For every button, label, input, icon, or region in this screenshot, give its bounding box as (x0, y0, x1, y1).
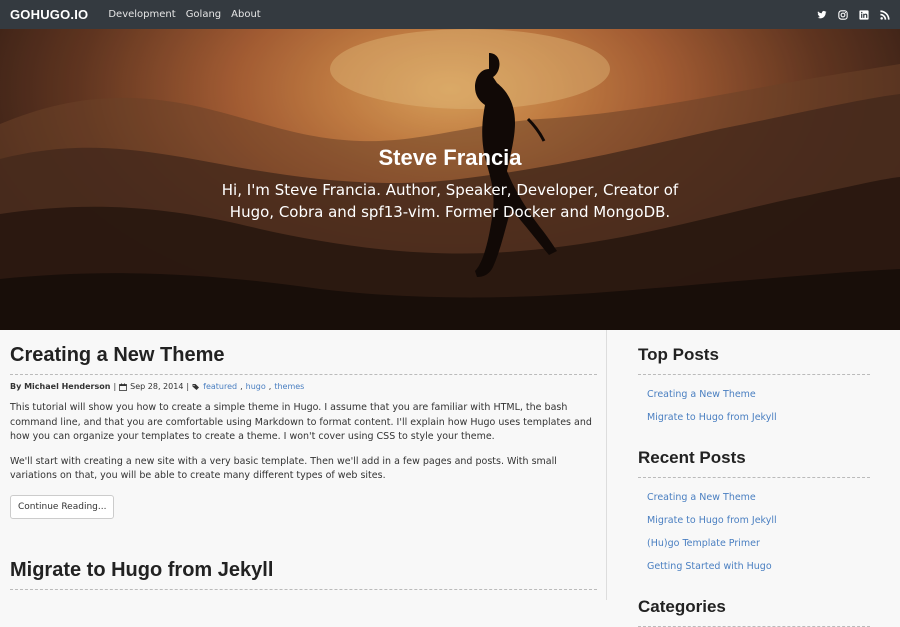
nav-link-golang[interactable]: Golang (186, 9, 221, 20)
sidebar-post-link[interactable]: (Hu)go Template Primer (638, 532, 870, 555)
post-date: Sep 28, 2014 (130, 382, 184, 391)
post-title[interactable]: Creating a New Theme (10, 344, 597, 375)
meta-divider: | (113, 382, 117, 391)
sidebar-post-link[interactable]: Migrate to Hugo from Jekyll (638, 406, 870, 429)
instagram-icon[interactable] (838, 9, 848, 20)
post-paragraph: This tutorial will show you how to creat… (10, 402, 592, 442)
top-navbar: GOHUGO.IO Development Golang About (0, 0, 900, 29)
sidebar-heading-recent-posts: Recent Posts (638, 448, 870, 478)
recent-posts-list: Creating a New Theme Migrate to Hugo fro… (638, 486, 870, 578)
twitter-icon[interactable] (817, 10, 827, 20)
tags-icon (192, 383, 200, 390)
hero-title: Steve Francia (378, 145, 522, 170)
tag-link[interactable]: featured (203, 382, 237, 391)
hero-banner: Steve Francia Hi, I'm Steve Francia. Aut… (0, 29, 900, 330)
tag-link[interactable]: themes (274, 382, 304, 391)
sidebar-post-link[interactable]: Creating a New Theme (638, 486, 870, 509)
nav-link-about[interactable]: About (231, 9, 261, 20)
sidebar-post-link[interactable]: Migrate to Hugo from Jekyll (638, 509, 870, 532)
meta-divider: | (186, 382, 190, 391)
top-posts-list: Creating a New Theme Migrate to Hugo fro… (638, 383, 870, 429)
post-list: Creating a New Theme By Michael Henderso… (0, 330, 607, 600)
post-meta: By Michael Henderson | Sep 28, 2014 | fe… (10, 382, 305, 391)
sidebar-post-link[interactable]: Getting Started with Hugo (638, 555, 870, 578)
rss-icon[interactable] (880, 9, 890, 20)
hero-subtitle: Hi, I'm Steve Francia. Author, Speaker, … (221, 181, 679, 221)
continue-reading-button[interactable]: Continue Reading... (10, 494, 115, 519)
calendar-icon (119, 383, 128, 391)
site-brand[interactable]: GOHUGO.IO (10, 7, 88, 22)
nav-link-development[interactable]: Development (108, 9, 175, 20)
post-paragraph: We'll start with creating a new site wit… (10, 455, 557, 482)
sidebar-heading-categories: Categories (638, 597, 870, 627)
sidebar-post-link[interactable]: Creating a New Theme (638, 383, 870, 406)
sidebar: Top Posts Creating a New Theme Migrate t… (638, 330, 870, 627)
post-title[interactable]: Migrate to Hugo from Jekyll (10, 559, 597, 590)
post-author: By Michael Henderson (10, 382, 111, 391)
linkedin-icon[interactable] (859, 9, 869, 20)
sidebar-heading-top-posts: Top Posts (638, 345, 870, 375)
tag-link[interactable]: hugo (246, 382, 266, 391)
social-links (817, 9, 890, 20)
